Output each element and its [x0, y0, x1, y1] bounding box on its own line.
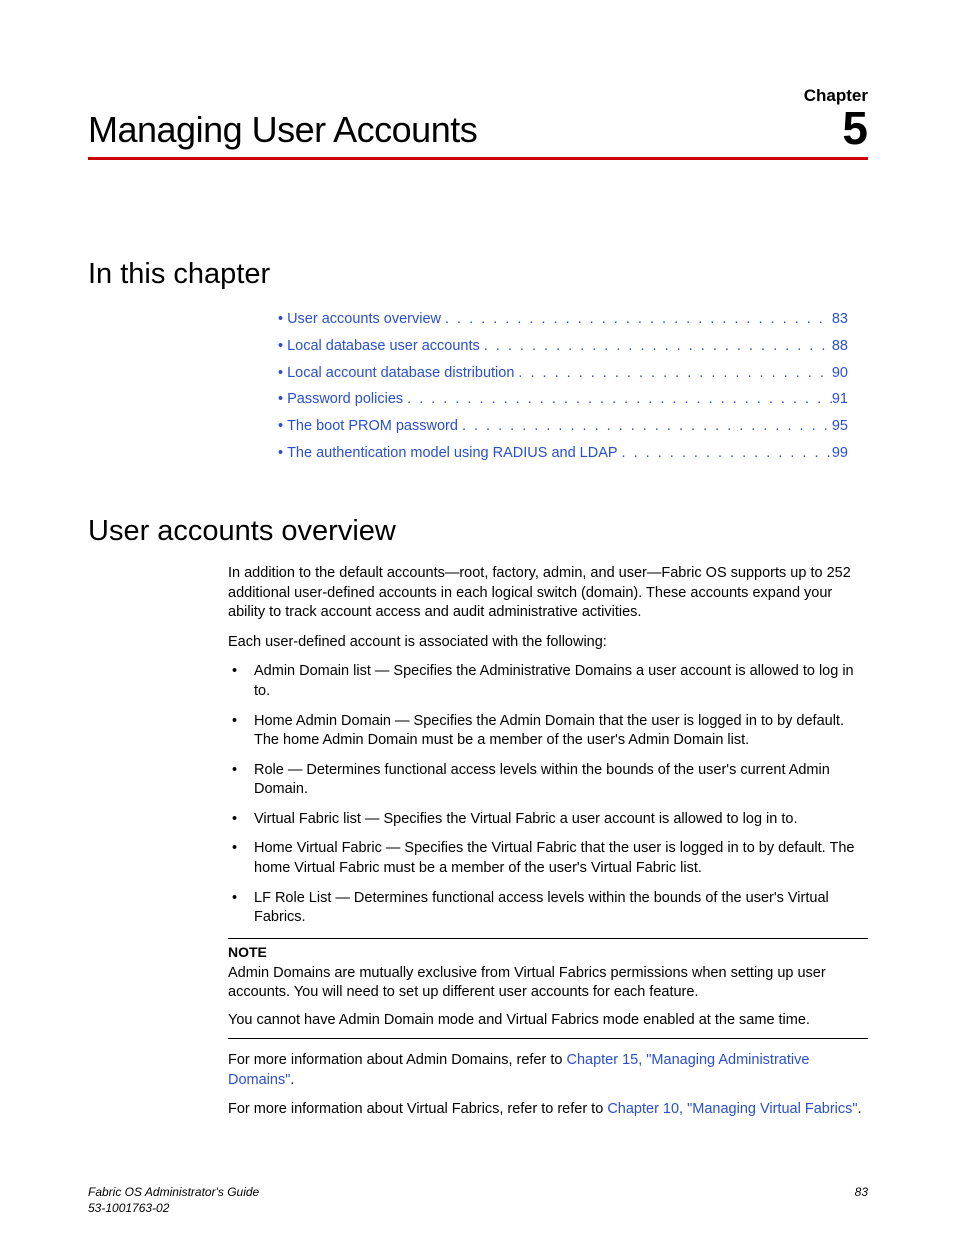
toc-page: 95	[832, 414, 848, 439]
note-extra: You cannot have Admin Domain mode and Vi…	[228, 1011, 868, 1031]
bullet-icon: •	[228, 839, 254, 878]
list-item: •Home Admin Domain — Specifies the Admin…	[228, 712, 868, 751]
list-item: •Admin Domain list — Specifies the Admin…	[228, 662, 868, 701]
ref2-link[interactable]: Chapter 10, "Managing Virtual Fabrics"	[607, 1101, 857, 1117]
toc-item[interactable]: • User accounts overview . . . . . . . .…	[278, 307, 848, 332]
toc-page: 99	[832, 441, 848, 466]
toc-link[interactable]: The boot PROM password	[287, 414, 458, 439]
toc-leader: . . . . . . . . . . . . . . . . . . . . …	[618, 441, 832, 466]
section-user-accounts-overview: User accounts overview	[88, 515, 868, 548]
list-text: Role — Determines functional access leve…	[254, 761, 868, 800]
toc-leader: . . . . . . . . . . . . . . . . . . . . …	[514, 361, 831, 386]
list-text: Virtual Fabric list — Specifies the Virt…	[254, 810, 868, 830]
ref1-post: .	[290, 1072, 294, 1088]
toc-leader: . . . . . . . . . . . . . . . . . . . . …	[458, 414, 832, 439]
toc-item[interactable]: • Local account database distribution . …	[278, 361, 848, 386]
bullet-icon: •	[278, 334, 283, 359]
toc-item[interactable]: • Password policies . . . . . . . . . . …	[278, 387, 848, 412]
toc-item[interactable]: • The authentication model using RADIUS …	[278, 441, 848, 466]
ref2-pre: For more information about Virtual Fabri…	[228, 1101, 607, 1117]
footer-left: Fabric OS Administrator's Guide 53-10017…	[88, 1185, 259, 1216]
toc-page: 83	[832, 307, 848, 332]
bullet-icon: •	[278, 414, 283, 439]
toc-leader: . . . . . . . . . . . . . . . . . . . . …	[441, 307, 832, 332]
toc-link[interactable]: Password policies	[287, 387, 403, 412]
bullet-icon: •	[228, 662, 254, 701]
note-label: NOTE	[228, 943, 868, 962]
bullet-icon: •	[278, 441, 283, 466]
bullet-icon: •	[228, 761, 254, 800]
toc-leader: . . . . . . . . . . . . . . . . . . . . …	[480, 334, 832, 359]
list-item: •Home Virtual Fabric — Specifies the Vir…	[228, 839, 868, 878]
bullet-icon: •	[228, 712, 254, 751]
chapter-header: Managing User Accounts 5	[88, 108, 868, 160]
intro-paragraph: In addition to the default accounts—root…	[228, 564, 868, 623]
ref-virtual-fabrics: For more information about Virtual Fabri…	[228, 1100, 868, 1120]
toc-link[interactable]: Local account database distribution	[287, 361, 514, 386]
assoc-lead: Each user-defined account is associated …	[228, 633, 868, 653]
toc-link[interactable]: The authentication model using RADIUS an…	[287, 441, 617, 466]
ref1-pre: For more information about Admin Domains…	[228, 1052, 566, 1068]
ref2-post: .	[858, 1101, 862, 1117]
page-footer: Fabric OS Administrator's Guide 53-10017…	[88, 1185, 868, 1216]
list-text: LF Role List — Determines functional acc…	[254, 889, 868, 928]
association-list: •Admin Domain list — Specifies the Admin…	[228, 662, 868, 927]
bullet-icon: •	[278, 387, 283, 412]
list-text: Home Admin Domain — Specifies the Admin …	[254, 712, 868, 751]
section-in-this-chapter: In this chapter	[88, 258, 868, 291]
chapter-number: 5	[842, 108, 868, 151]
toc-page: 90	[832, 361, 848, 386]
note-body: Admin Domains are mutually exclusive fro…	[228, 964, 868, 1003]
chapter-title: Managing User Accounts	[88, 109, 477, 151]
bullet-icon: •	[278, 307, 283, 332]
toc-link[interactable]: Local database user accounts	[287, 334, 480, 359]
list-text: Home Virtual Fabric — Specifies the Virt…	[254, 839, 868, 878]
list-item: •LF Role List — Determines functional ac…	[228, 889, 868, 928]
toc-page: 91	[832, 387, 848, 412]
footer-page-number: 83	[855, 1185, 868, 1216]
bullet-icon: •	[228, 810, 254, 830]
chapter-label: Chapter	[88, 86, 868, 106]
list-text: Admin Domain list — Specifies the Admini…	[254, 662, 868, 701]
toc-link[interactable]: User accounts overview	[287, 307, 441, 332]
toc-page: 88	[832, 334, 848, 359]
footer-docnum: 53-1001763-02	[88, 1201, 259, 1217]
note-block: NOTE Admin Domains are mutually exclusiv…	[228, 938, 868, 1040]
list-item: •Virtual Fabric list — Specifies the Vir…	[228, 810, 868, 830]
ref-admin-domains: For more information about Admin Domains…	[228, 1051, 868, 1090]
toc-leader: . . . . . . . . . . . . . . . . . . . . …	[403, 387, 832, 412]
bullet-icon: •	[228, 889, 254, 928]
bullet-icon: •	[278, 361, 283, 386]
toc-item[interactable]: • The boot PROM password . . . . . . . .…	[278, 414, 848, 439]
footer-title: Fabric OS Administrator's Guide	[88, 1185, 259, 1201]
toc-list: • User accounts overview . . . . . . . .…	[278, 307, 848, 465]
toc-item[interactable]: • Local database user accounts . . . . .…	[278, 334, 848, 359]
list-item: •Role — Determines functional access lev…	[228, 761, 868, 800]
